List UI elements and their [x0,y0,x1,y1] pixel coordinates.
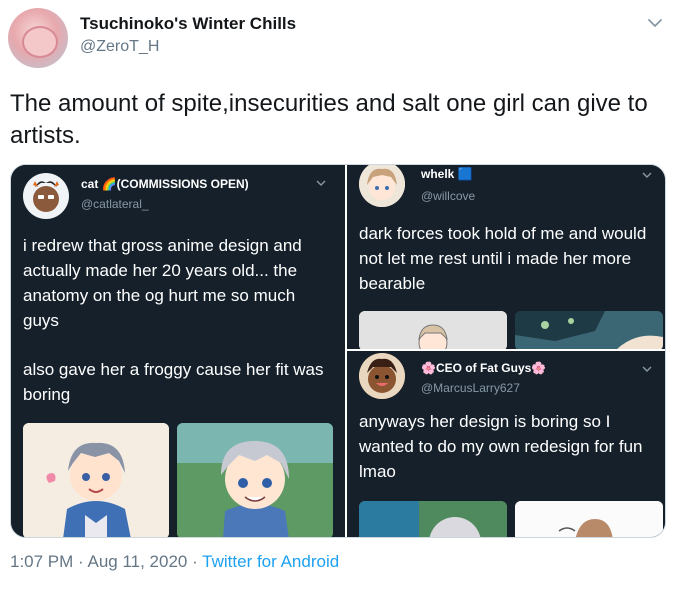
ceo-display-name: 🌸CEO of Fat Guys🌸 [421,361,547,375]
ceo-image-2 [515,501,663,537]
whelk-image-1 [359,311,507,349]
chevron-down-icon [642,366,652,372]
whelk-avatar [359,165,405,207]
cat-tweet-text-2: also gave her a froggy cause her fit was… [23,360,324,404]
original-image-left [177,423,333,537]
chevron-down-icon[interactable] [646,14,664,32]
cat-handle: @catlateral_ [81,197,149,211]
source-link[interactable]: Twitter for Android [202,552,339,571]
whelk-tweet-text: dark forces took hold of me and would no… [359,224,647,293]
cat-avatar [23,173,69,219]
author-display-name[interactable]: Tsuchinoko's Winter Chills [80,14,296,34]
ceo-tweet-text: anyways her design is boring so I wanted… [359,412,643,481]
cat-display-name: cat 🌈(COMMISSIONS OPEN) [81,177,249,191]
ceo-image-1 [359,501,507,537]
tweet-media[interactable]: cat 🌈(COMMISSIONS OPEN) @catlateral_ i r… [10,164,666,538]
tweet-meta: 1:07 PM · Aug 11, 2020 · Twitter for And… [10,552,339,572]
embedded-screenshot-top-right: whelk 🟦 @willcove dark forces took hold … [347,165,665,349]
ceo-handle: @MarcusLarry627 [421,381,520,395]
embedded-screenshot-left: cat 🌈(COMMISSIONS OPEN) @catlateral_ i r… [11,165,345,537]
redraw-image-left [23,423,169,537]
tweet-header: Tsuchinoko's Winter Chills @ZeroT_H [0,0,680,78]
whelk-handle: @willcove [421,189,476,203]
chevron-down-icon [642,172,652,178]
author-handle[interactable]: @ZeroT_H [80,38,159,56]
tweet-text: The amount of spite,insecurities and sal… [10,90,648,149]
ceo-avatar [359,353,405,399]
timestamp[interactable]: 1:07 PM · Aug 11, 2020 · [10,552,202,571]
whelk-display-name: whelk 🟦 [421,167,473,181]
chevron-down-icon [316,180,326,186]
cat-tweet-text: i redrew that gross anime design and act… [23,236,302,330]
embedded-screenshot-bottom-right: 🌸CEO of Fat Guys🌸 @MarcusLarry627 anyway… [347,351,665,537]
author-avatar[interactable] [8,8,68,68]
whelk-image-2 [515,311,663,349]
